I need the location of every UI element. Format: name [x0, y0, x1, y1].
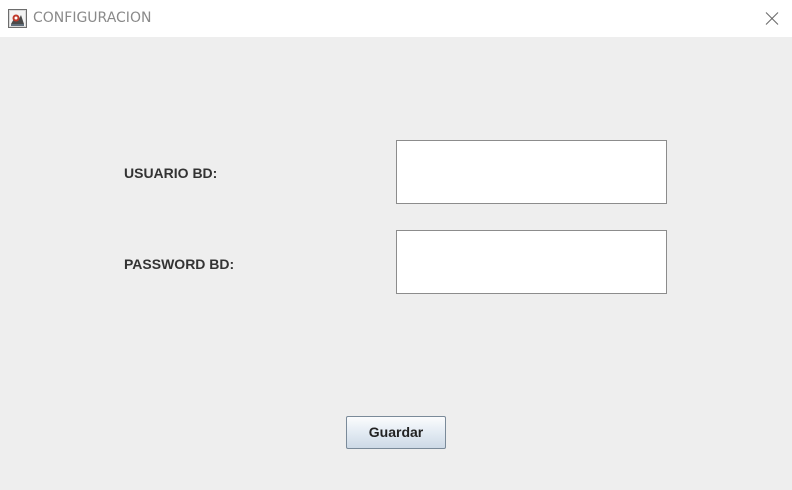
user-label: USUARIO BD: [124, 165, 218, 181]
form-panel: USUARIO BD: PASSWORD BD: Guardar [0, 37, 792, 490]
close-icon [765, 12, 779, 25]
close-button[interactable] [756, 4, 788, 32]
window-title: CONFIGURACION [33, 10, 152, 26]
save-button[interactable]: Guardar [346, 416, 446, 449]
user-field[interactable] [396, 140, 667, 204]
password-label: PASSWORD BD: [124, 256, 235, 272]
password-field[interactable] [396, 230, 667, 294]
java-app-icon [8, 9, 27, 28]
configuration-window: CONFIGURACION USUARIO BD: PASSWORD BD: G… [0, 0, 792, 490]
title-bar[interactable]: CONFIGURACION [0, 0, 792, 37]
